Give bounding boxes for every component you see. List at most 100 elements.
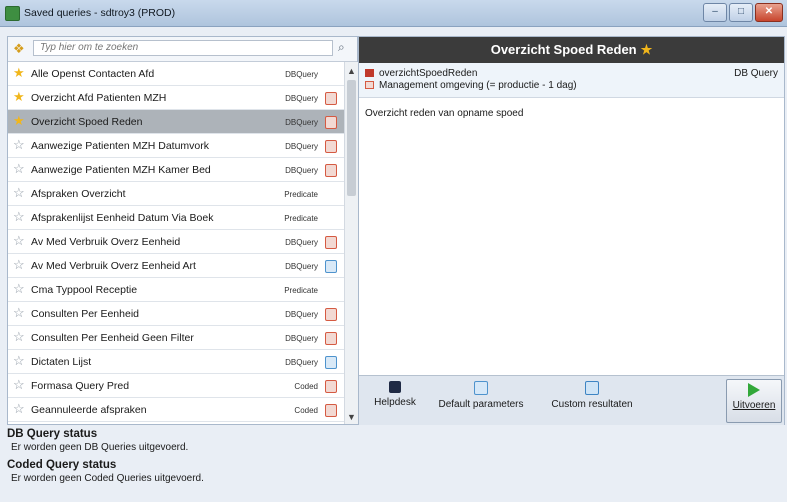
query-name: Dictaten Lijst bbox=[31, 356, 92, 368]
query-type-badge: Coded bbox=[294, 382, 318, 391]
query-type-badge: Coded bbox=[294, 406, 318, 415]
star-outline-icon[interactable]: ☆ bbox=[13, 378, 25, 392]
query-row[interactable]: ☆ Afsprakenlijst Eenheid Datum Via Boek Pr… bbox=[8, 206, 344, 230]
db-indicator-icon bbox=[325, 236, 337, 249]
star-outline-icon[interactable]: ☆ bbox=[13, 306, 25, 320]
query-name: Aanwezige Patienten MZH Kamer Bed bbox=[31, 164, 211, 176]
search-input[interactable] bbox=[33, 40, 333, 56]
search-icon[interactable]: ⌕ bbox=[338, 40, 345, 55]
query-name: Afsprakenlijst Eenheid Datum Via Boek bbox=[31, 212, 214, 224]
query-type-badge: Predicate bbox=[284, 214, 318, 223]
db-status-text: Er worden geen DB Queries uitgevoerd. bbox=[11, 442, 189, 453]
favorite-star-icon[interactable]: ★ bbox=[641, 42, 653, 57]
query-type-badge: DBQuery bbox=[285, 94, 318, 103]
db-query-icon bbox=[365, 69, 374, 77]
query-name: Av Med Verbruik Overz Eenheid Art bbox=[31, 260, 196, 272]
query-type-badge: DBQuery bbox=[285, 238, 318, 247]
db-indicator-icon bbox=[325, 308, 337, 321]
query-id: overzichtSpoedReden bbox=[379, 68, 478, 79]
query-detail-panel: Overzicht Spoed Reden ★ overzichtSpoedRed… bbox=[358, 36, 785, 425]
coded-status-text: Er worden geen Coded Queries uitgevoerd. bbox=[11, 473, 204, 484]
star-filled-icon[interactable]: ★ bbox=[13, 90, 25, 104]
query-name: Geannuleerde afspraken bbox=[31, 404, 147, 416]
query-environment: Management omgeving (= productie - 1 dag… bbox=[379, 80, 577, 91]
query-list-panel: ❖ ⌕ ★ Alle Openst Contacten Afd DBQuery ★ Ov… bbox=[7, 36, 358, 425]
query-row[interactable]: ☆ Afspraken Overzicht Predicate bbox=[8, 182, 344, 206]
action-toolbar: Helpdesk Default parameters Custom resul… bbox=[359, 375, 784, 425]
query-row[interactable]: ☆ Formasa Query Pred Coded bbox=[8, 374, 344, 398]
close-button[interactable]: ✕ bbox=[755, 3, 783, 22]
star-outline-icon[interactable]: ☆ bbox=[13, 258, 25, 272]
minimize-button[interactable]: – bbox=[703, 3, 727, 22]
queries-icon: ❖ bbox=[13, 41, 25, 56]
run-button[interactable]: Uitvoeren bbox=[726, 379, 782, 423]
helpdesk-button[interactable]: Helpdesk bbox=[365, 379, 425, 421]
db-status-title: DB Query status bbox=[7, 428, 98, 440]
query-row[interactable]: ☆ Geannuleerde afspraken Coded bbox=[8, 398, 344, 422]
detail-title: Overzicht Spoed Reden bbox=[490, 42, 637, 57]
query-row[interactable]: ☆ Av Med Verbruik Overz Eenheid DBQuery bbox=[8, 230, 344, 254]
custom-results-button[interactable]: Custom resultaten bbox=[537, 379, 647, 421]
query-name: Consulten Per Eenheid Geen Filter bbox=[31, 332, 194, 344]
star-outline-icon[interactable]: ☆ bbox=[13, 402, 25, 416]
environment-icon bbox=[365, 81, 374, 89]
query-type-badge: DBQuery bbox=[285, 358, 318, 367]
query-row[interactable]: ☆ Aanwezige Patienten MZH Kamer Bed DBQuer… bbox=[8, 158, 344, 182]
query-row[interactable]: ★ Overzicht Afd Patienten MZH DBQuery bbox=[8, 86, 344, 110]
scroll-down-icon[interactable]: ▼ bbox=[345, 410, 358, 424]
star-outline-icon[interactable]: ☆ bbox=[13, 138, 25, 152]
query-row[interactable]: ☆ Consulten Per Eenheid Geen Filter DBQuer… bbox=[8, 326, 344, 350]
search-bar: ❖ ⌕ bbox=[8, 37, 357, 62]
maximize-button[interactable]: □ bbox=[729, 3, 753, 22]
query-name: Av Med Verbruik Overz Eenheid bbox=[31, 236, 181, 248]
results-icon bbox=[585, 381, 599, 395]
list-scrollbar[interactable]: ▲ ▼ bbox=[344, 62, 358, 424]
query-type-badge: DBQuery bbox=[285, 262, 318, 271]
star-filled-icon[interactable]: ★ bbox=[13, 114, 25, 128]
star-outline-icon[interactable]: ☆ bbox=[13, 354, 25, 368]
query-row[interactable]: ★ Alle Openst Contacten Afd DBQuery bbox=[8, 62, 344, 86]
star-outline-icon[interactable]: ☆ bbox=[13, 186, 25, 200]
helpdesk-icon bbox=[389, 381, 401, 393]
status-area: DB Query status Er worden geen DB Querie… bbox=[7, 428, 783, 500]
db-indicator-icon bbox=[325, 404, 337, 417]
query-type-badge: DBQuery bbox=[285, 70, 318, 79]
query-name: Overzicht Spoed Reden bbox=[31, 116, 143, 128]
query-row[interactable]: ☆ Av Med Verbruik Overz Eenheid Art DBQuer… bbox=[8, 254, 344, 278]
window-title: Saved queries - sdtroy3 (PROD) bbox=[24, 7, 176, 19]
star-outline-icon[interactable]: ☆ bbox=[13, 162, 25, 176]
query-type-badge: DBQuery bbox=[285, 310, 318, 319]
default-parameters-button[interactable]: Default parameters bbox=[427, 379, 535, 421]
query-description: Overzicht reden van opname spoed bbox=[365, 108, 524, 119]
star-filled-icon[interactable]: ★ bbox=[13, 66, 25, 80]
scrollbar-thumb[interactable] bbox=[347, 80, 356, 196]
query-name: Aanwezige Patienten MZH Datumvork bbox=[31, 140, 209, 152]
query-row[interactable]: ☆ Dictaten Lijst DBQuery bbox=[8, 350, 344, 374]
app-icon bbox=[5, 6, 20, 21]
db-indicator-icon bbox=[325, 92, 337, 105]
query-row[interactable]: ☆ Cma Typpool Receptie Predicate bbox=[8, 278, 344, 302]
star-outline-icon[interactable]: ☆ bbox=[13, 282, 25, 296]
window-titlebar: Saved queries - sdtroy3 (PROD) – □ ✕ bbox=[0, 0, 787, 27]
query-name: Alle Openst Contacten Afd bbox=[31, 68, 155, 80]
query-info: overzichtSpoedReden Management omgeving … bbox=[359, 63, 784, 98]
star-outline-icon[interactable]: ☆ bbox=[13, 234, 25, 248]
query-type: DB Query bbox=[734, 68, 778, 79]
query-name: Afspraken Overzicht bbox=[31, 188, 126, 200]
query-type-badge: Predicate bbox=[284, 190, 318, 199]
query-row[interactable]: ☆ Aanwezige Patienten MZH Datumvork DBQuer… bbox=[8, 134, 344, 158]
star-outline-icon[interactable]: ☆ bbox=[13, 210, 25, 224]
detail-header: Overzicht Spoed Reden ★ bbox=[359, 37, 784, 63]
query-type-badge: DBQuery bbox=[285, 118, 318, 127]
query-list: ★ Alle Openst Contacten Afd DBQuery ★ Overzi… bbox=[8, 62, 344, 424]
query-type-badge: DBQuery bbox=[285, 142, 318, 151]
info-indicator-icon bbox=[325, 260, 337, 273]
query-name: Cma Typpool Receptie bbox=[31, 284, 138, 296]
info-indicator-icon bbox=[325, 356, 337, 369]
scroll-up-icon[interactable]: ▲ bbox=[345, 64, 358, 78]
query-row[interactable]: ★ Overzicht Spoed Reden DBQuery bbox=[8, 110, 344, 134]
query-row[interactable]: ☆ Consulten Per Eenheid DBQuery bbox=[8, 302, 344, 326]
query-type-badge: DBQuery bbox=[285, 334, 318, 343]
star-outline-icon[interactable]: ☆ bbox=[13, 330, 25, 344]
db-indicator-icon bbox=[325, 332, 337, 345]
